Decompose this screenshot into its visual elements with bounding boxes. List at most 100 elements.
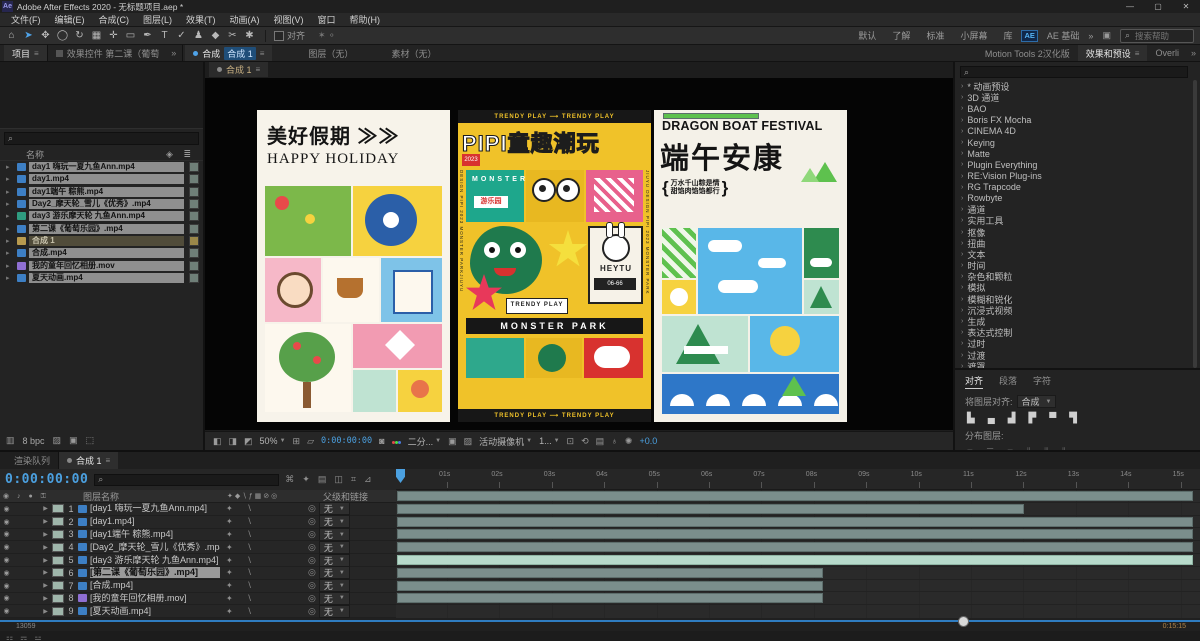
flowchart-icon[interactable]: ♁ xyxy=(611,436,618,446)
layer-twirl-icon[interactable]: ▶ xyxy=(39,544,52,551)
draft-3d-icon[interactable]: ✦ xyxy=(302,474,310,485)
layer-parent-cell[interactable]: ◎ 无 ▼ xyxy=(308,591,350,605)
twirl-icon[interactable]: › xyxy=(961,206,963,213)
fast-previews-icon[interactable]: ⟲ xyxy=(581,436,589,447)
delete-icon[interactable]: ⬚ xyxy=(86,435,95,446)
menu-item-8[interactable]: 帮助(H) xyxy=(343,13,388,27)
item-tag[interactable] xyxy=(189,186,199,197)
align-center-v-icon[interactable]: ▀ xyxy=(1049,413,1056,424)
region-of-interest-icon[interactable]: ▣ xyxy=(448,436,457,447)
layer-visibility-icon[interactable]: ◉ xyxy=(0,594,13,602)
layer-row[interactable]: ◉ ▶ 8 [我的童年回忆相册.mov] ✦ ∖ ◎ 无 ▼ xyxy=(0,591,396,606)
panel-menu-icon[interactable]: ≡ xyxy=(260,49,265,58)
frame-blend-icon[interactable]: ◫ xyxy=(334,474,343,485)
twirl-icon[interactable]: ▸ xyxy=(6,188,14,196)
project-item[interactable]: ▸ 夏天动画.mp4 xyxy=(0,272,203,284)
layer-row[interactable]: ◉ ▶ 9 [夏天动画.mp4] ✦ ∖ ◎ 无 ▼ xyxy=(0,604,396,619)
channel-icon[interactable] xyxy=(391,436,401,446)
effects-category[interactable]: › RE:Vision Plug-ins xyxy=(957,171,1189,182)
effects-category[interactable]: › BAO xyxy=(957,103,1189,114)
transparency-grid-icon[interactable]: ▨ xyxy=(464,436,473,447)
tab-project[interactable]: 项目 ≡ xyxy=(4,45,47,61)
twirl-icon[interactable]: › xyxy=(961,296,963,303)
zoom-slider-track[interactable] xyxy=(0,620,1200,622)
effects-category[interactable]: › 过时 xyxy=(957,338,1189,349)
layer-name[interactable]: [夏天动画.mp4] xyxy=(90,606,220,617)
project-item[interactable]: ▸ day3 游乐摩天轮 九鱼Ann.mp4 xyxy=(0,210,203,222)
twirl-icon[interactable]: ▸ xyxy=(6,200,14,208)
layer-name[interactable]: [第二课《葡萄乐园》.mp4] xyxy=(90,567,220,579)
effects-category[interactable]: › 扭曲 xyxy=(957,238,1189,249)
layer-switches[interactable]: ✦ ∖ xyxy=(220,517,308,526)
mask-visibility-icon[interactable]: ▱ xyxy=(307,436,314,447)
shape-tool-icon[interactable]: ▭ xyxy=(123,29,138,43)
layer-parent-cell[interactable]: ◎ 无 ▼ xyxy=(308,553,350,567)
layer-color-swatch[interactable] xyxy=(52,606,64,616)
layer-color-swatch[interactable] xyxy=(52,504,64,514)
effects-category[interactable]: › 3D 通道 xyxy=(957,92,1189,103)
layer-duration-bar[interactable] xyxy=(397,554,1193,565)
effects-category[interactable]: › Keying xyxy=(957,137,1189,148)
panel-menu-icon[interactable]: ≡ xyxy=(106,456,111,465)
effects-category[interactable]: › Matte xyxy=(957,148,1189,159)
layer-row[interactable]: ◉ ▶ 5 [day3 游乐摩天轮 九鱼Ann.mp4] ✦ ∖ ◎ 无 ▼ xyxy=(0,553,396,567)
layer-visibility-icon[interactable]: ◉ xyxy=(0,530,13,538)
align-to-dropdown[interactable]: 合成 ▼ xyxy=(1016,395,1057,408)
parent-dropdown[interactable]: 无 ▼ xyxy=(318,566,350,580)
layer-visibility-icon[interactable]: ◉ xyxy=(0,518,13,526)
effects-category[interactable]: › Plugin Everything xyxy=(957,159,1189,170)
twirl-icon[interactable]: › xyxy=(961,329,963,336)
rotation-tool-icon[interactable]: ↻ xyxy=(72,29,87,43)
twirl-icon[interactable]: ▸ xyxy=(6,163,14,171)
layer-parent-cell[interactable]: ◎ 无 ▼ xyxy=(308,515,350,529)
twirl-icon[interactable]: › xyxy=(961,318,963,325)
selection-tool-icon[interactable]: ➤ xyxy=(21,29,36,43)
workspace-tab-0[interactable]: 默认 xyxy=(858,29,876,42)
parent-dropdown[interactable]: 无 ▼ xyxy=(318,553,350,567)
twirl-icon[interactable]: › xyxy=(961,139,963,146)
item-tag[interactable] xyxy=(189,211,199,222)
twirl-icon[interactable]: › xyxy=(961,251,963,258)
layer-row[interactable]: ◉ ▶ 3 [day1端午 粽熊.mp4] ✦ ∖ ◎ 无 ▼ xyxy=(0,528,396,542)
twirl-icon[interactable]: › xyxy=(961,173,963,180)
layer-visibility-icon[interactable]: ◉ xyxy=(0,556,13,564)
timeline-scrollbar[interactable]: 13059 0:15:15 xyxy=(0,616,1200,631)
twirl-icon[interactable]: › xyxy=(961,161,963,168)
parent-dropdown[interactable]: 无 ▼ xyxy=(318,540,350,554)
twirl-icon[interactable]: ▸ xyxy=(6,262,14,270)
effects-category[interactable]: › 沉浸式视频 xyxy=(957,305,1189,316)
workspace-tab-1[interactable]: 了解 xyxy=(892,29,910,42)
twirl-icon[interactable]: › xyxy=(961,262,963,269)
tab-motion-tools[interactable]: Motion Tools 2汉化版 xyxy=(977,45,1078,61)
layer-duration-bar[interactable] xyxy=(397,503,1025,514)
layer-twirl-icon[interactable]: ▶ xyxy=(39,531,52,538)
tab-layer[interactable]: 图层（无） xyxy=(300,45,361,61)
layer-parent-cell[interactable]: ◎ 无 ▼ xyxy=(308,540,350,554)
layer-color-swatch[interactable] xyxy=(52,542,64,552)
project-item[interactable]: ▸ 第二课《葡萄乐园》.mp4 xyxy=(0,222,203,234)
effects-category[interactable]: › 实用工具 xyxy=(957,215,1189,226)
share-view-icon[interactable]: ◩ xyxy=(244,436,253,447)
timeline-search-box[interactable]: ⌕ xyxy=(94,473,280,486)
project-item[interactable]: ▸ day1 嗨玩一夏九鱼Ann.mp4 xyxy=(0,161,203,173)
project-item[interactable]: ▸ 合成.mp4 xyxy=(0,247,203,259)
menu-item-7[interactable]: 窗口 xyxy=(311,13,343,27)
camera-dropdown[interactable]: 活动摄像机 ▼ xyxy=(479,435,532,448)
shy-layers-icon[interactable]: ▤ xyxy=(318,474,327,485)
layer-name-column[interactable]: 图层名称 xyxy=(55,490,227,503)
align-left-icon[interactable]: ▙ xyxy=(967,413,975,424)
layer-parent-cell[interactable]: ◎ 无 ▼ xyxy=(308,528,350,541)
exposure-value[interactable]: +0.0 xyxy=(639,436,657,446)
layer-duration-bar[interactable] xyxy=(397,516,1193,527)
layer-row[interactable]: ◉ ▶ 6 [第二课《葡萄乐园》.mp4] ✦ ∖ ◎ 无 ▼ xyxy=(0,566,396,580)
minimize-button[interactable]: — xyxy=(1116,0,1144,13)
workspace-overflow[interactable]: » xyxy=(1088,31,1093,41)
twirl-icon[interactable]: › xyxy=(961,229,963,236)
layer-switches[interactable]: ✦ ∖ xyxy=(220,504,308,513)
effects-category[interactable]: › RG Trapcode xyxy=(957,182,1189,193)
motion-blur-icon[interactable]: ⌗ xyxy=(351,474,356,485)
track-lane[interactable] xyxy=(396,580,1200,593)
home-icon[interactable]: ⌂ xyxy=(4,29,19,43)
menu-item-2[interactable]: 合成(C) xyxy=(92,13,137,27)
project-item[interactable]: ▸ Day2_摩天轮_雪儿《优秀》.mp4 xyxy=(0,198,203,210)
